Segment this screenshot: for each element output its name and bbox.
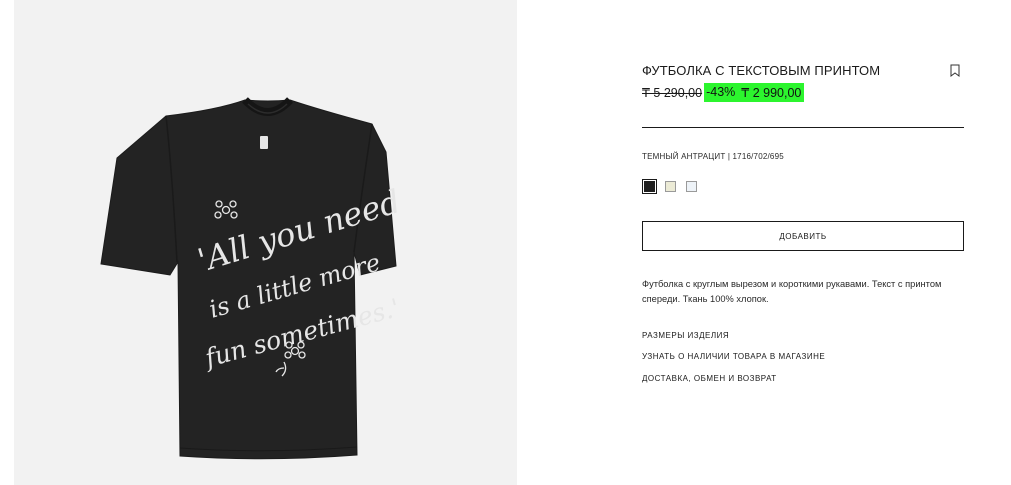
store-availability-link[interactable]: УЗНАТЬ О НАЛИЧИИ ТОВАРА В МАГАЗИНЕ (642, 352, 825, 361)
product-description: Футболка с круглым вырезом и короткими р… (642, 279, 942, 304)
tshirt-image: 'All you need is a little more fun somet… (100, 97, 405, 460)
divider (642, 127, 964, 128)
product-title: ФУТБОЛКА С ТЕКСТОВЫМ ПРИНТОМ (642, 63, 881, 78)
product-photo[interactable]: 'All you need is a little more fun somet… (14, 0, 517, 485)
swatch-light-blue[interactable] (684, 179, 699, 194)
color-swatches (642, 179, 699, 194)
sale-badge: -43% ₸ 2 990,00 (704, 82, 805, 102)
size-guide-link[interactable]: РАЗМЕРЫ ИЗДЕЛИЯ (642, 331, 729, 340)
new-price: ₸ 2 990,00 (741, 85, 802, 100)
price-row: ₸ 5 290,00 -43% ₸ 2 990,00 (642, 82, 805, 102)
add-to-cart-button[interactable]: ДОБАВИТЬ (642, 221, 964, 251)
swatch-beige[interactable] (663, 179, 678, 194)
discount-percent: -43% (706, 84, 736, 99)
bookmark-icon[interactable] (949, 64, 961, 78)
product-gallery: 'All you need is a little more fun somet… (0, 0, 517, 485)
delivery-returns-link[interactable]: ДОСТАВКА, ОБМЕН И ВОЗВРАТ (642, 374, 777, 383)
swatch-dark-anthracite[interactable] (642, 179, 657, 194)
color-label: ТЕМНЫЙ АНТРАЦИТ | 1716/702/695 (642, 152, 784, 161)
product-info-panel: ФУТБОЛКА С ТЕКСТОВЫМ ПРИНТОМ ₸ 5 290,00 … (642, 0, 964, 485)
old-price: ₸ 5 290,00 (642, 85, 703, 100)
